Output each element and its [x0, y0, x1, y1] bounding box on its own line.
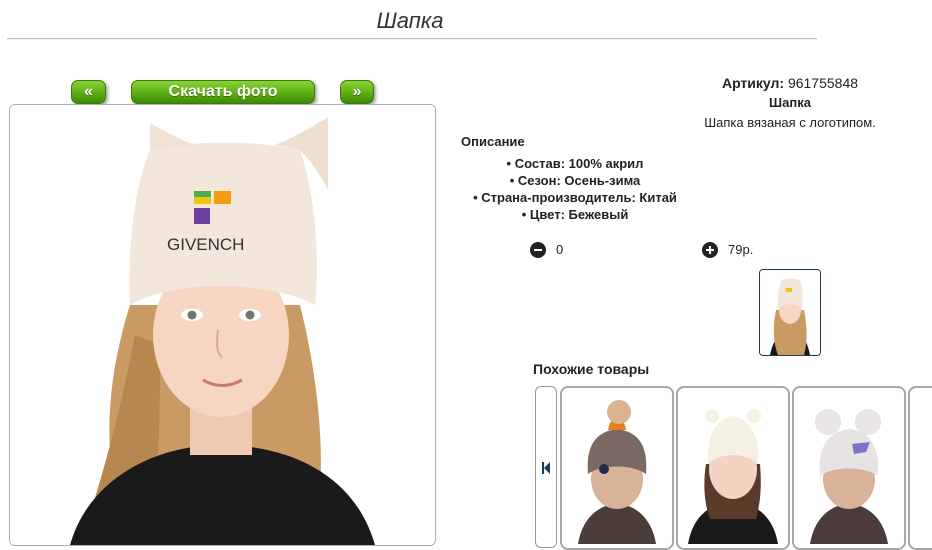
- carousel-prev-button[interactable]: [535, 386, 557, 548]
- similar-products-heading: Похожие товары: [533, 361, 650, 377]
- plus-circle-icon[interactable]: [702, 242, 718, 258]
- main-product-photo[interactable]: GIVENCH: [9, 104, 436, 546]
- similar-product-image: [568, 394, 666, 544]
- article-value: 961755848: [787, 75, 859, 91]
- similar-product-card[interactable]: [792, 386, 906, 550]
- photo-thumbnail[interactable]: [759, 269, 821, 356]
- page-title: Шапка: [376, 8, 444, 33]
- product-photo-image: GIVENCH: [10, 105, 435, 545]
- prev-photo-button[interactable]: «: [71, 80, 106, 104]
- similar-product-card[interactable]: [676, 386, 790, 550]
- article-line: Артикул: 961755848: [680, 75, 900, 91]
- spec-list: Состав: 100% акрил Сезон: Осень-зима Стр…: [440, 155, 710, 223]
- similar-product-image: [800, 394, 898, 544]
- hat-logo-text: GIVENCH: [167, 235, 244, 254]
- download-photo-button[interactable]: Скачать фото: [131, 80, 315, 104]
- similar-product-image: [684, 394, 782, 544]
- title-divider: [7, 38, 817, 40]
- description-heading: Описание: [461, 134, 525, 149]
- spec-item: Цвет: Бежевый: [440, 206, 710, 223]
- price-value: 79р.: [728, 242, 754, 257]
- next-photo-button[interactable]: »: [340, 80, 374, 104]
- spec-item: Сезон: Осень-зима: [440, 172, 710, 189]
- spec-item: Состав: 100% акрил: [440, 155, 710, 172]
- carousel-prev-icon: [542, 462, 550, 474]
- similar-product-card[interactable]: [560, 386, 674, 550]
- similar-product-card-partial[interactable]: [908, 386, 932, 550]
- quantity-value: 0: [556, 242, 564, 257]
- minus-circle-icon[interactable]: [530, 242, 546, 258]
- spec-item: Страна-производитель: Китай: [440, 189, 710, 206]
- product-short-desc: Шапка вязаная с логотипом.: [704, 115, 876, 130]
- thumbnail-image: [760, 270, 820, 355]
- article-label: Артикул:: [721, 75, 785, 91]
- product-name: Шапка: [769, 95, 811, 110]
